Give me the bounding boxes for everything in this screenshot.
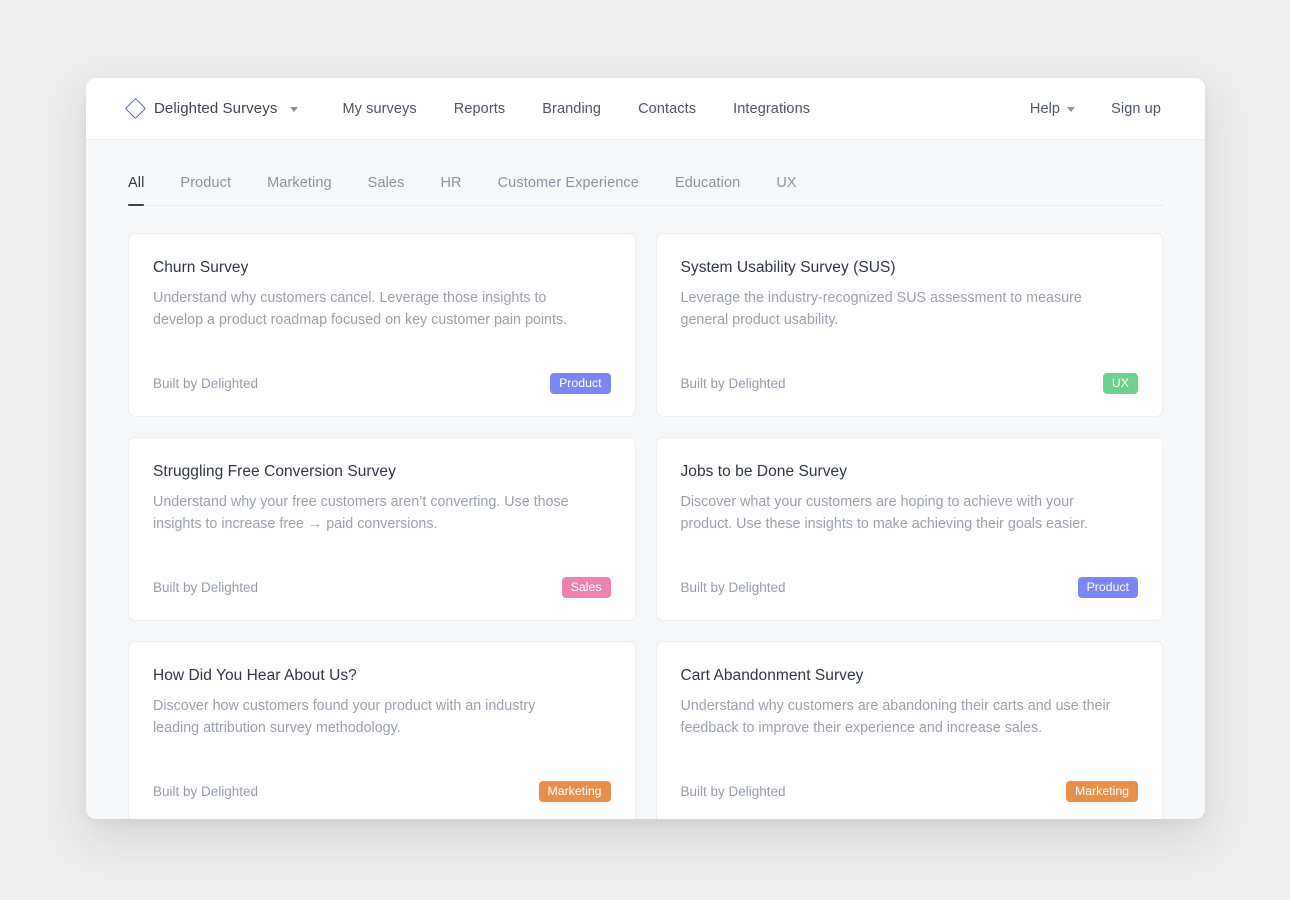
card-description: Discover what your customers are hoping … xyxy=(680,494,1089,532)
card-footer: Built by Delighted Product xyxy=(680,551,1138,598)
nav-item-help[interactable]: Help xyxy=(1029,100,1076,117)
card-footer: Built by Delighted Product xyxy=(153,347,611,394)
card-author: Built by Delighted xyxy=(680,579,786,595)
tab-education[interactable]: Education xyxy=(675,175,740,205)
nav-item-help-label: Help xyxy=(1029,100,1061,117)
card-description: Understand why customers cancel. Leverag… xyxy=(153,290,568,328)
nav-item-sign-up[interactable]: Sign up xyxy=(1111,101,1161,117)
top-navigation-bar: Delighted Surveys My surveys Reports Bra… xyxy=(86,78,1205,140)
tab-hr[interactable]: HR xyxy=(440,175,461,205)
survey-template-card[interactable]: Struggling Free Conversion Survey Underst… xyxy=(128,437,636,621)
tab-all[interactable]: All xyxy=(128,175,145,206)
card-title: How Did You Hear About Us? xyxy=(153,667,357,684)
survey-template-card[interactable]: Cart Abandonment Survey Understand why cu… xyxy=(655,641,1163,819)
category-badge[interactable]: Marketing xyxy=(1066,780,1138,802)
card-footer: Built by Delighted Sales xyxy=(153,551,611,598)
nav-item-contacts[interactable]: Contacts xyxy=(638,101,696,117)
card-title: Cart Abandonment Survey xyxy=(680,667,864,684)
diamond-logo-icon xyxy=(124,97,147,120)
card-description: Discover how customers found your produc… xyxy=(153,698,536,736)
card-author: Built by Delighted xyxy=(680,783,786,799)
survey-template-card[interactable]: Jobs to be Done Survey Discover what your… xyxy=(655,437,1163,621)
app-window: Delighted Surveys My surveys Reports Bra… xyxy=(86,78,1205,819)
nav-item-reports[interactable]: Reports xyxy=(454,101,505,117)
nav-item-my-surveys[interactable]: My surveys xyxy=(342,101,416,117)
card-title: Struggling Free Conversion Survey xyxy=(153,463,396,480)
nav-item-integrations[interactable]: Integrations xyxy=(733,101,810,117)
card-description: Understand why your free customers aren’… xyxy=(153,494,569,532)
category-tabs-container: All Product Marketing Sales HR Customer … xyxy=(86,140,1205,206)
tab-ux[interactable]: UX xyxy=(776,175,796,205)
card-author: Built by Delighted xyxy=(153,579,259,595)
category-tabs: All Product Marketing Sales HR Customer … xyxy=(128,140,1163,206)
brand-name: Delighted Surveys xyxy=(154,100,278,117)
main-nav: My surveys Reports Branding Contacts Int… xyxy=(342,101,810,117)
survey-template-card[interactable]: How Did You Hear About Us? Discover how c… xyxy=(128,641,636,819)
card-title: Jobs to be Done Survey xyxy=(680,463,848,480)
chevron-down-icon xyxy=(1067,107,1076,112)
card-title: System Usability Survey (SUS) xyxy=(680,259,896,276)
card-description: Leverage the industry-recognized SUS ass… xyxy=(680,290,1082,328)
category-badge[interactable]: UX xyxy=(1102,372,1138,394)
tab-sales[interactable]: Sales xyxy=(368,175,405,205)
survey-template-card[interactable]: System Usability Survey (SUS) Leverage th… xyxy=(655,233,1163,417)
tab-marketing[interactable]: Marketing xyxy=(267,175,332,205)
card-description: Understand why customers are abandoning … xyxy=(680,698,1111,736)
card-author: Built by Delighted xyxy=(680,375,786,391)
tab-customer-experience[interactable]: Customer Experience xyxy=(498,175,639,205)
category-badge[interactable]: Product xyxy=(1077,576,1138,598)
survey-template-grid: Churn Survey Understand why customers can… xyxy=(86,206,1205,819)
category-badge[interactable]: Marketing xyxy=(538,780,611,802)
brand-menu[interactable]: Delighted Surveys xyxy=(124,97,299,120)
tab-product[interactable]: Product xyxy=(180,175,231,205)
card-footer: Built by Delighted UX xyxy=(680,347,1138,394)
nav-item-branding[interactable]: Branding xyxy=(542,101,601,117)
card-footer: Built by Delighted Marketing xyxy=(680,755,1138,802)
secondary-nav: Help Sign up xyxy=(1030,101,1161,117)
card-author: Built by Delighted xyxy=(153,783,259,799)
category-badge[interactable]: Product xyxy=(550,372,611,394)
category-badge[interactable]: Sales xyxy=(561,576,611,598)
card-title: Churn Survey xyxy=(153,259,249,276)
chevron-down-icon xyxy=(290,107,299,112)
survey-template-card[interactable]: Churn Survey Understand why customers can… xyxy=(128,233,636,417)
card-footer: Built by Delighted Marketing xyxy=(153,755,611,802)
card-author: Built by Delighted xyxy=(153,375,259,391)
